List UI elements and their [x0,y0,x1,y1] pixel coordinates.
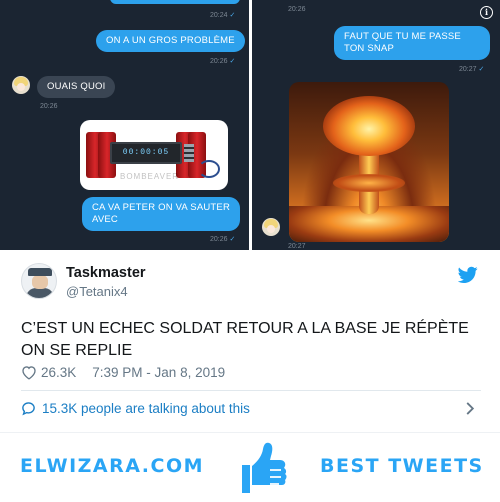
user-avatar[interactable] [21,263,57,299]
tweet-card: Taskmaster @Tetanix4 C’EST UN ECHEC SOLD… [0,252,500,432]
timestamp: 20:27 [288,243,306,250]
message-ouais: OUAIS QUOI [37,76,116,98]
divider [21,390,481,391]
twitter-bird-icon[interactable] [458,266,478,284]
timestamp: 20:26 [40,103,58,110]
chat-screenshot-right: 20:26 i FAUT QUE TU ME PASSE TON SNAP 20… [252,0,500,250]
avatar [262,218,280,236]
like-count[interactable]: 26.3K [41,365,76,380]
timestamp: 20:26 ✓ [210,236,236,243]
timestamp: 20:26 [288,6,306,13]
timestamp: 20:26 ✓ [210,58,236,65]
image-watermark: BOMBEAVER [120,172,180,181]
timestamp: 20:27 ✓ [459,66,485,73]
comment-bubble-icon [22,401,35,415]
thumbs-up-icon [242,442,287,493]
message-snap: FAUT QUE TU ME PASSE TON SNAP [334,26,490,60]
conversation-count-text[interactable]: 15.3K people are talking about this [42,401,250,416]
chat-screenshot-left: 20:24 ✓ ON A UN GROS PROBLÈME 20:26 ✓ OUAI… [0,0,249,250]
timestamp: 20:24 ✓ [210,12,236,19]
message-peter: CA VA PETER ON VA SAUTER AVEC [82,197,240,231]
tweet-timestamp[interactable]: 7:39 PM - Jan 8, 2019 [92,365,225,380]
user-display-name[interactable]: Taskmaster [66,265,146,281]
chevron-right-icon[interactable] [465,402,475,415]
user-handle[interactable]: @Tetanix4 [66,284,128,299]
tweet-meta: 26.3K 7:39 PM - Jan 8, 2019 [21,363,225,381]
outgoing-bubble-top [110,0,240,4]
site-name[interactable]: ELWIZARA.COM [20,455,204,477]
conversation-link[interactable]: 15.3K people are talking about this [21,398,481,418]
avatar [12,76,30,94]
heart-icon[interactable] [21,365,37,380]
footer-banner: ELWIZARA.COM BEST TWEETS [0,432,500,502]
tweet-text: C’EST UN ECHEC SOLDAT RETOUR A LA BASE J… [21,320,469,359]
info-icon[interactable]: i [480,6,493,19]
footer-tagline: BEST TWEETS [320,455,484,477]
bomb-timer-display: 00:00:05 [110,142,182,164]
bomb-image: 00:00:05 BOMBEAVER [80,120,228,190]
message-problem: ON A UN GROS PROBLÈME [96,30,245,52]
nuclear-explosion-image [289,82,449,242]
